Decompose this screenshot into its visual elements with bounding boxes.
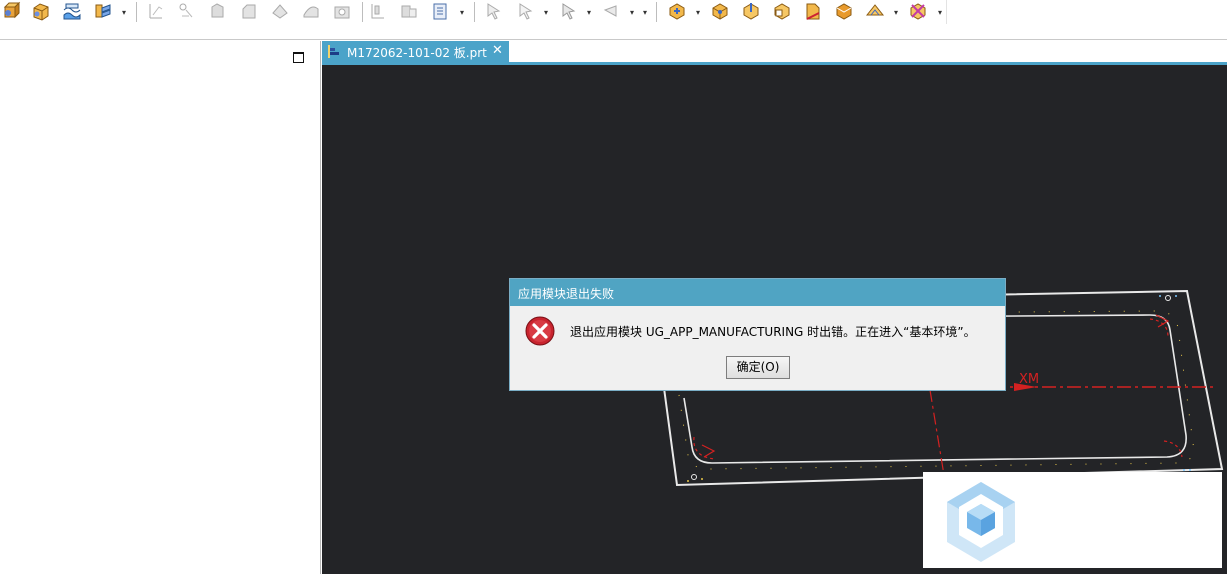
blend-icon[interactable] (301, 1, 321, 21)
move-icon[interactable] (559, 1, 579, 21)
view-shade-icon[interactable] (834, 1, 854, 21)
error-icon (525, 316, 555, 346)
chevron-down-icon[interactable]: ▾ (696, 9, 702, 17)
maximize-icon[interactable] (293, 52, 304, 63)
trim-icon[interactable] (177, 1, 197, 21)
chamfer-icon[interactable] (239, 1, 259, 21)
chevron-down-icon[interactable]: ▾ (894, 9, 900, 17)
point-marker (1175, 295, 1177, 297)
point-marker (687, 480, 689, 482)
chevron-down-icon[interactable]: ▾ (460, 9, 466, 17)
point-marker (691, 474, 697, 480)
view-section-icon[interactable] (803, 1, 823, 21)
resource-navigator-panel (0, 41, 321, 574)
chevron-down-icon[interactable]: ▾ (544, 9, 550, 17)
select-icon[interactable] (516, 1, 536, 21)
view-iso-icon[interactable] (710, 1, 730, 21)
dialog-titlebar[interactable]: 应用模块退出失败 (510, 279, 1005, 306)
center-line (929, 389, 945, 476)
document-tab-strip: M172062-101-02 板.prt ✕ (322, 41, 1227, 63)
offset-icon[interactable] (270, 1, 290, 21)
corner-arrow-top-right (1149, 318, 1169, 338)
split-icon[interactable] (399, 1, 419, 21)
feature-icon[interactable] (2, 1, 22, 21)
curve-icon[interactable] (146, 1, 166, 21)
snap-icon[interactable] (602, 1, 622, 21)
document-tab-label: M172062-101-02 板.prt (347, 46, 487, 60)
extrude-icon[interactable] (208, 1, 228, 21)
view-fit-icon[interactable] (667, 1, 687, 21)
view-front-icon[interactable] (772, 1, 792, 21)
chevron-down-icon[interactable]: ▾ (643, 9, 649, 17)
chevron-down-icon[interactable]: ▾ (587, 9, 593, 17)
view-hide-icon[interactable] (908, 1, 928, 21)
toolbar-edge (946, 0, 947, 24)
chevron-down-icon[interactable]: ▾ (938, 9, 944, 17)
hole-icon[interactable] (332, 1, 352, 21)
info-icon[interactable] (430, 1, 450, 21)
corner-arrow-bottom-right (1163, 440, 1183, 458)
point-marker (1165, 295, 1171, 301)
toolbar-separator (136, 2, 137, 22)
toolbar-separator (656, 2, 657, 22)
chevron-down-icon[interactable]: ▾ (630, 9, 636, 17)
ok-button[interactable]: 确定(O) (726, 356, 790, 379)
cube-logo-icon (947, 482, 1015, 562)
watermark-overlay (923, 472, 1222, 568)
select-filter-icon[interactable] (484, 1, 504, 21)
document-tab[interactable]: M172062-101-02 板.prt ✕ (322, 41, 509, 63)
chevron-down-icon[interactable]: ▾ (122, 9, 128, 17)
corner-arrow-bottom-left-head (701, 444, 716, 458)
view-wire-icon[interactable] (865, 1, 885, 21)
main-toolbar: ▾ ▾ ▾ ▾ ▾ ▾ ▾ ▾ ▾ (0, 0, 1227, 40)
point-marker (701, 478, 703, 480)
corner-arrow-bottom-left (693, 436, 716, 460)
point-marker (1159, 295, 1161, 297)
toolbar-separator (362, 2, 363, 22)
xm-axis-label: XM (1019, 372, 1039, 387)
sheet-icon[interactable] (62, 1, 82, 21)
point-marker (1183, 469, 1185, 471)
pattern-icon[interactable] (368, 1, 388, 21)
point-marker (1189, 469, 1191, 471)
part-file-icon (328, 45, 339, 58)
sync-icon[interactable] (93, 1, 113, 21)
close-icon[interactable]: ✕ (492, 43, 503, 58)
block-icon[interactable] (31, 1, 51, 21)
error-dialog: 应用模块退出失败 退出应用模块 UG_APP_MANUFACTURING 时出错… (509, 278, 1006, 391)
toolbar-separator (474, 2, 475, 22)
dialog-message: 退出应用模块 UG_APP_MANUFACTURING 时出错。正在进入“基本环… (570, 325, 976, 339)
view-top-icon[interactable] (741, 1, 761, 21)
dialog-title: 应用模块退出失败 (518, 287, 615, 301)
